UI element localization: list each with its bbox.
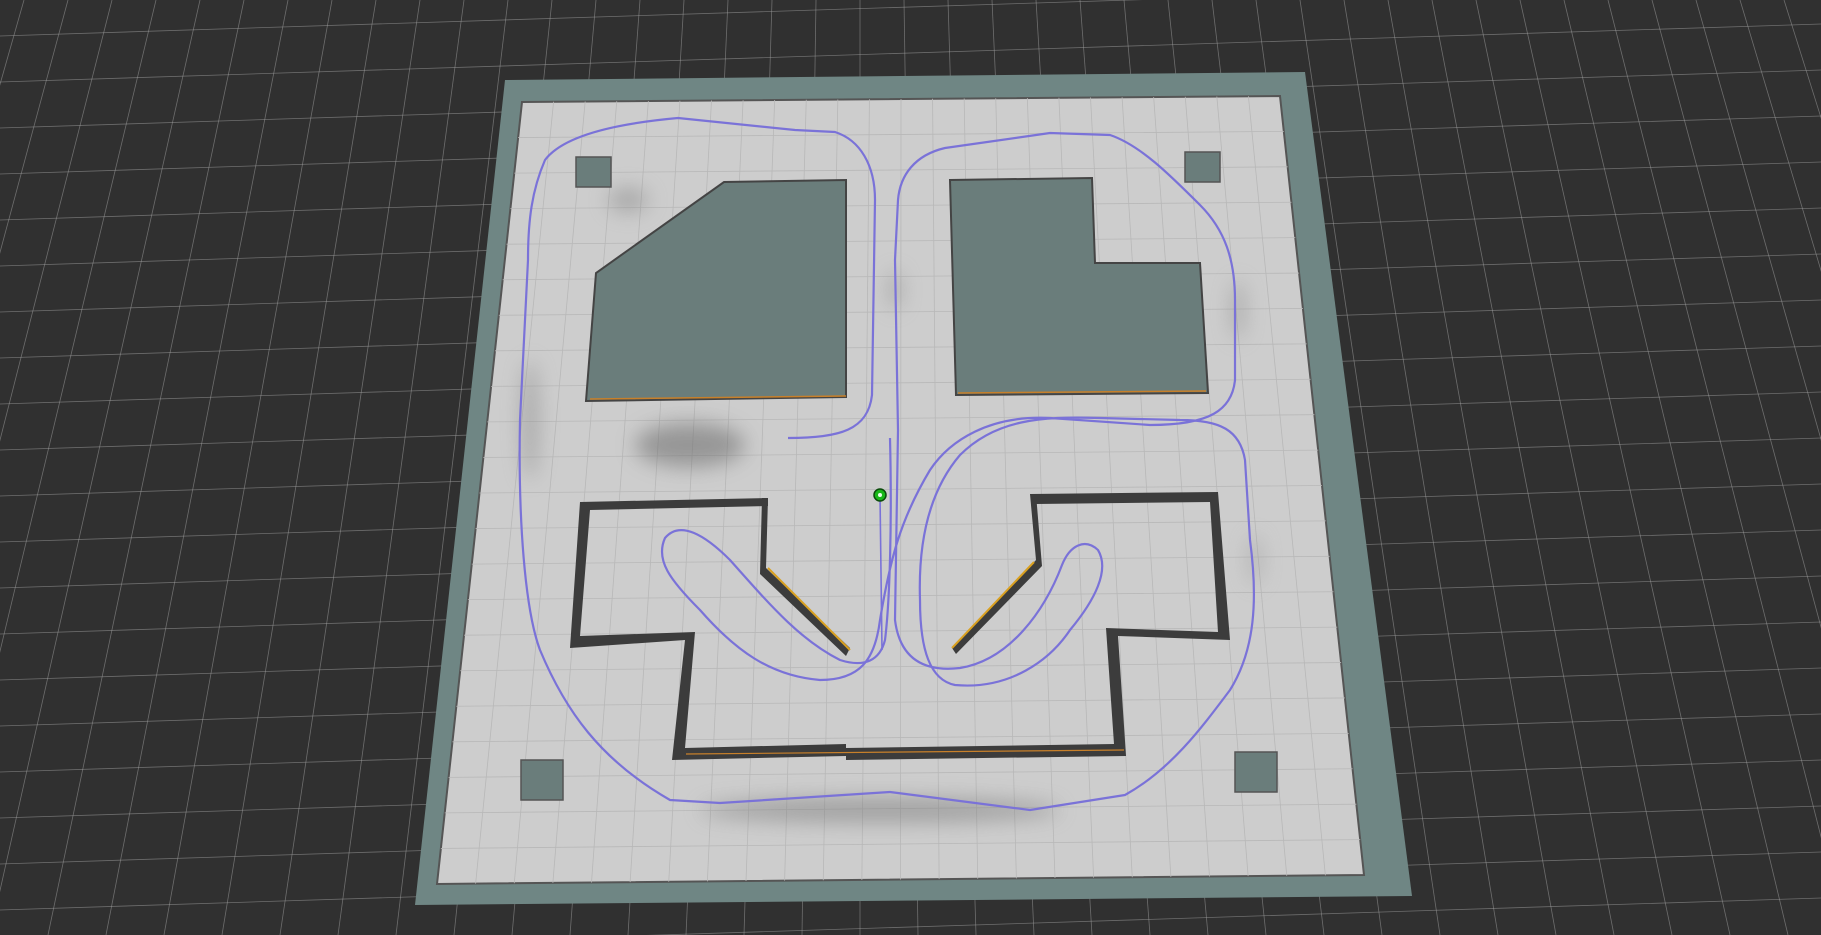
ground-grid-line xyxy=(1739,0,1821,272)
ground-grid-line xyxy=(0,0,69,254)
ground-grid-line xyxy=(47,0,245,935)
ground-grid-line xyxy=(646,897,1821,935)
ground-grid-line xyxy=(0,0,25,86)
pillar-top-right xyxy=(1184,151,1221,183)
occupancy-map xyxy=(415,72,1412,905)
ground-grid-line xyxy=(163,0,333,935)
robot-marker-icon[interactable] xyxy=(873,488,887,502)
ground-grid-line xyxy=(1607,0,1821,839)
ground-grid-line xyxy=(105,0,289,935)
ground-grid-line xyxy=(1387,0,1557,935)
ground-grid-line xyxy=(1475,0,1673,935)
ground-grid-line xyxy=(0,23,1821,83)
ground-grid-line xyxy=(1431,0,1615,935)
ground-grid-line xyxy=(1563,0,1789,935)
ground-grid-line xyxy=(279,0,421,935)
ground-grid-line xyxy=(1695,0,1821,441)
ground-grid-line xyxy=(1783,0,1821,120)
rviz-3d-viewport[interactable] xyxy=(0,0,1821,935)
pillar-bottom-right xyxy=(1234,751,1278,793)
ground-grid-line xyxy=(1519,0,1731,935)
ground-grid-line xyxy=(221,0,377,935)
ground-grid-line xyxy=(0,0,157,653)
ground-grid-line xyxy=(1651,0,1821,629)
pillar-bottom-left xyxy=(520,759,564,801)
ground-grid-line xyxy=(0,0,1143,37)
pillar-top-left xyxy=(575,156,612,188)
